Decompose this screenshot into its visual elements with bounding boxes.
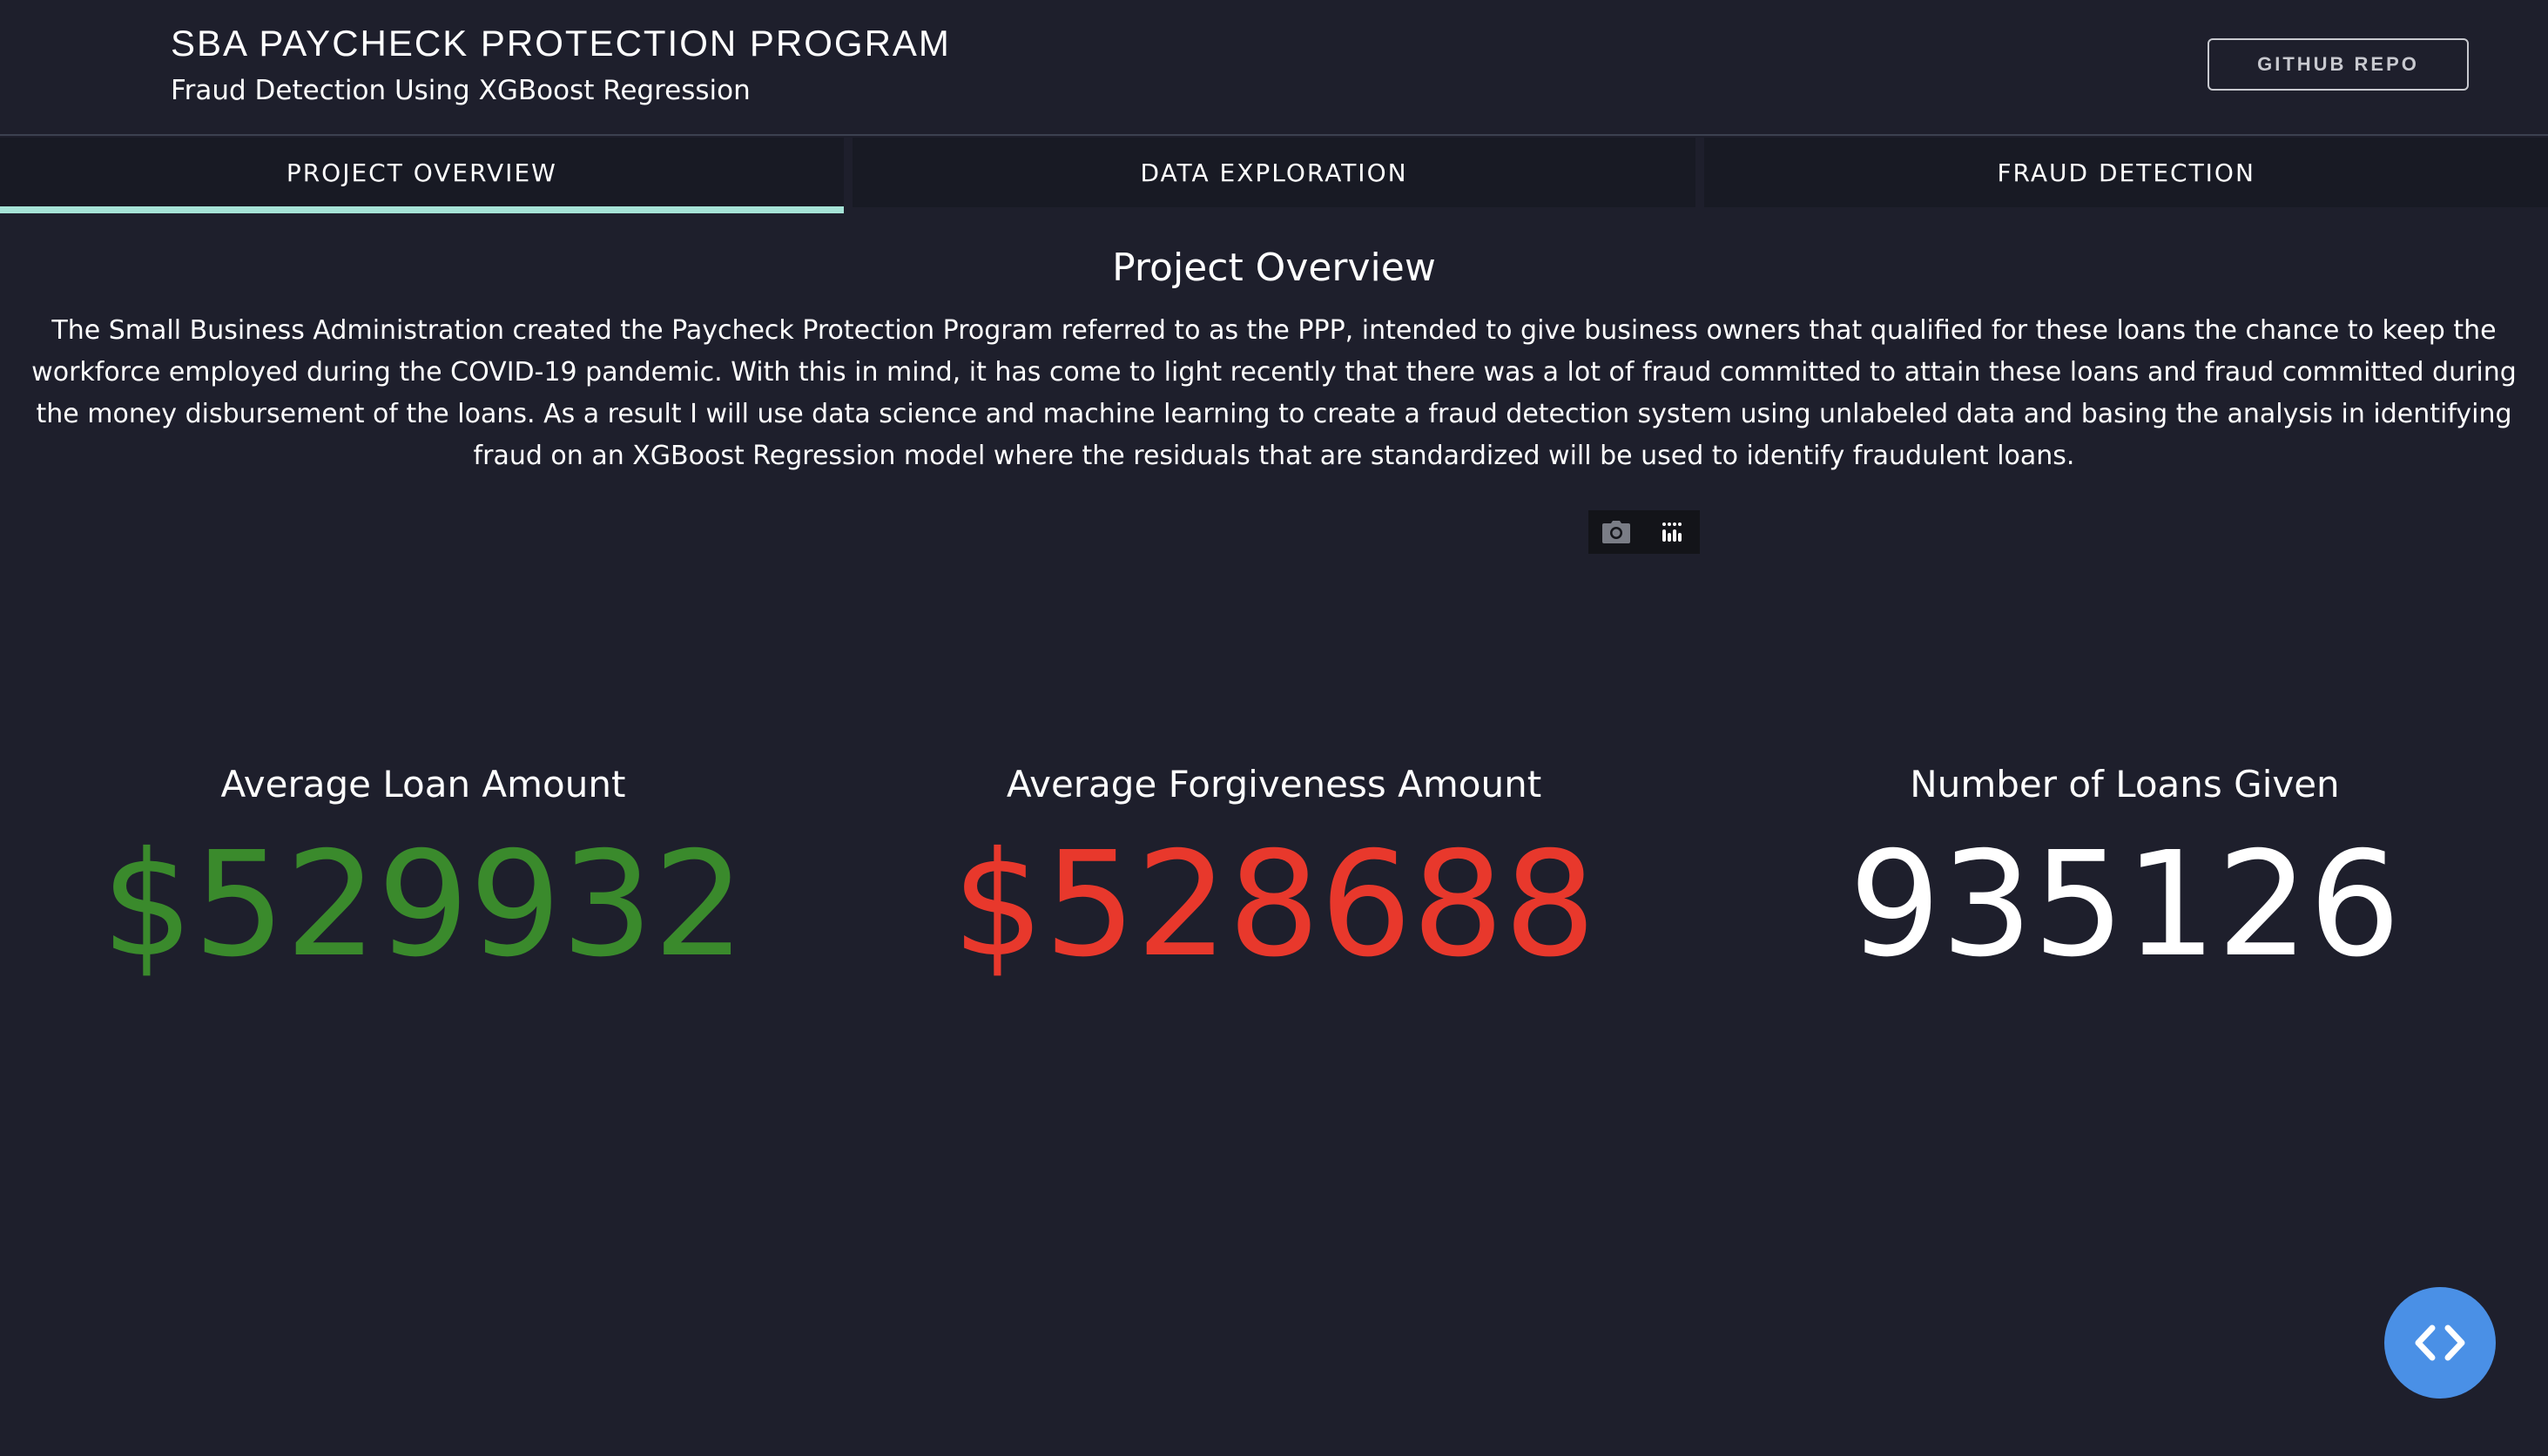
tab-bar: PROJECT OVERVIEW DATA EXPLORATION FRAUD … — [0, 138, 2548, 213]
kpi-label: Average Forgiveness Amount — [1006, 763, 1542, 806]
kpi-label: Average Loan Amount — [220, 763, 626, 806]
section-title: Project Overview — [1112, 246, 1436, 290]
camera-icon[interactable] — [1599, 515, 1634, 549]
code-toggle-button[interactable] — [2384, 1287, 2496, 1399]
kpi-value: $528688 — [952, 821, 1596, 989]
plotly-logo-icon[interactable] — [1655, 515, 1689, 549]
overview-paragraph: The Small Business Administration create… — [31, 315, 2517, 471]
kpi-value: $529932 — [101, 821, 745, 989]
kpi-average-forgiveness-amount: Average Forgiveness Amount $528688 — [851, 763, 1697, 988]
kpi-number-of-loans-given: Number of Loans Given 935126 — [1702, 763, 2548, 988]
github-repo-button[interactable]: GITHUB REPO — [2208, 38, 2469, 91]
kpi-value: 935126 — [1849, 821, 2401, 989]
tab-data-exploration[interactable]: DATA EXPLORATION — [852, 138, 1696, 207]
code-brackets-icon — [2415, 1325, 2465, 1361]
chart-modebar — [1588, 510, 1700, 554]
app-subtitle: Fraud Detection Using XGBoost Regression — [171, 75, 751, 106]
app-header: SBA PAYCHECK PROTECTION PROGRAM Fraud De… — [0, 0, 2548, 136]
tab-project-overview[interactable]: PROJECT OVERVIEW — [0, 138, 844, 213]
page: SBA PAYCHECK PROTECTION PROGRAM Fraud De… — [0, 0, 2548, 1456]
kpi-average-loan-amount: Average Loan Amount $529932 — [0, 763, 846, 988]
app-title: SBA PAYCHECK PROTECTION PROGRAM — [171, 23, 951, 64]
kpi-label: Number of Loans Given — [1910, 763, 2340, 806]
tab-fraud-detection[interactable]: FRAUD DETECTION — [1704, 138, 2548, 207]
